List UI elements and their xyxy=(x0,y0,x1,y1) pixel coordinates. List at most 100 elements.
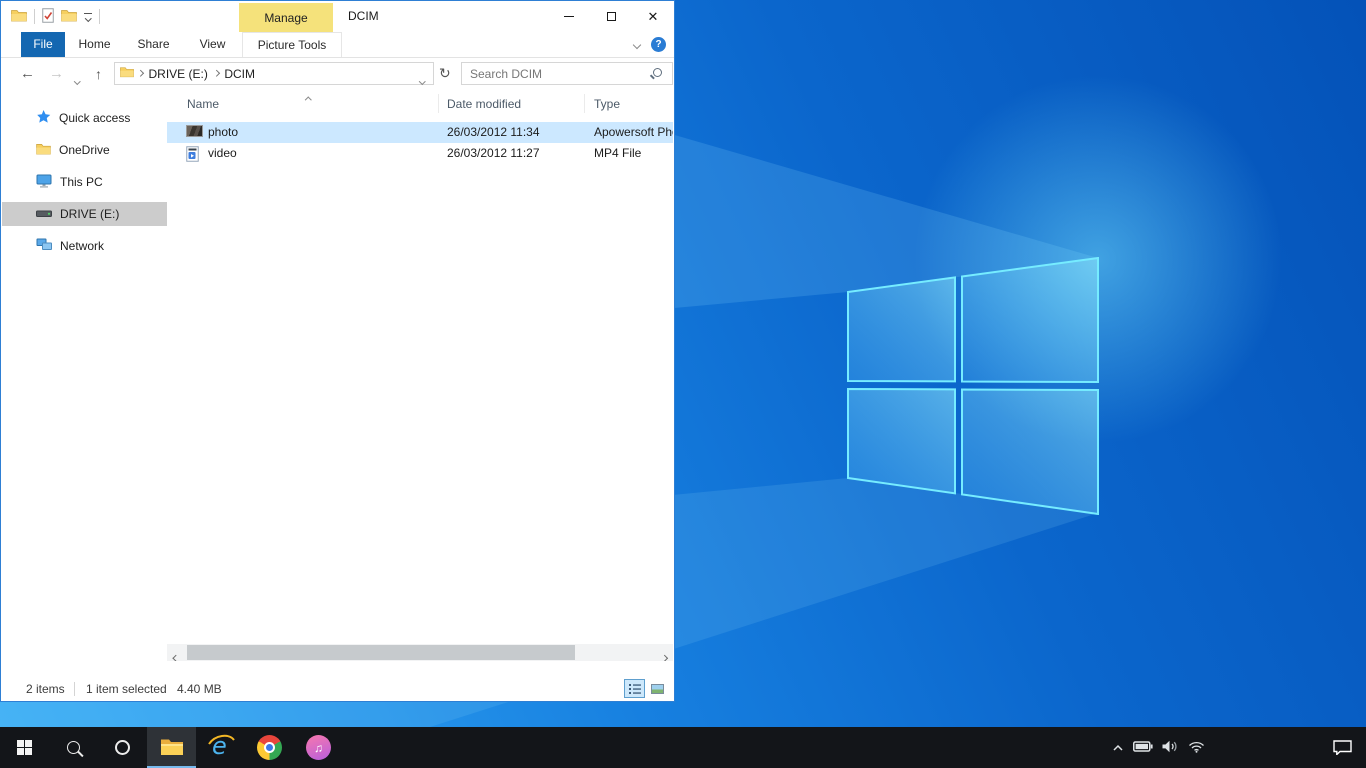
sidebar-item-quick-access[interactable]: Quick access xyxy=(2,106,167,130)
column-divider[interactable] xyxy=(584,94,585,113)
column-header-date-modified[interactable]: Date modified xyxy=(447,97,521,111)
window-controls: ✕ xyxy=(548,1,674,32)
windows-logo-wallpaper xyxy=(847,257,1099,515)
status-divider xyxy=(74,682,75,696)
system-tray xyxy=(1112,727,1205,768)
tray-chevron-up-icon[interactable] xyxy=(1112,741,1124,755)
sidebar-item-label: Network xyxy=(60,239,104,253)
navigation-bar: ← → ↑ DRIVE (E:) DCIM ↻ xyxy=(1,58,674,89)
cortana-icon xyxy=(115,740,130,755)
cortana-button[interactable] xyxy=(98,727,147,768)
scroll-left-icon[interactable] xyxy=(174,649,179,661)
start-button[interactable] xyxy=(0,727,49,768)
tab-file[interactable]: File xyxy=(21,32,65,57)
sidebar-item-drive-e[interactable]: DRIVE (E:) xyxy=(2,202,167,226)
file-explorer-icon xyxy=(160,737,184,759)
close-icon: ✕ xyxy=(648,9,659,25)
thumbnail-view-button[interactable] xyxy=(647,679,668,698)
file-name: photo xyxy=(208,125,238,139)
close-button[interactable]: ✕ xyxy=(632,1,674,32)
search-box[interactable] xyxy=(461,62,673,85)
sidebar-item-this-pc[interactable]: This PC xyxy=(2,170,167,194)
address-folder-icon xyxy=(120,66,134,81)
toolbar-divider xyxy=(99,9,100,24)
details-view-icon xyxy=(629,684,641,694)
scrollbar-thumb[interactable] xyxy=(187,645,575,660)
file-date-modified: 26/03/2012 11:27 xyxy=(447,146,540,160)
taskbar: e ♫ xyxy=(0,727,1366,768)
selection-status: 1 item selected xyxy=(86,682,167,696)
maximize-button[interactable] xyxy=(590,1,632,32)
status-bar: 2 items 1 item selected 4.40 MB xyxy=(2,678,673,700)
customize-quick-access-icon[interactable] xyxy=(84,13,92,21)
search-input[interactable] xyxy=(462,63,672,84)
tab-share[interactable]: Share xyxy=(124,32,183,57)
tab-view[interactable]: View xyxy=(183,32,242,57)
wifi-icon[interactable] xyxy=(1188,740,1205,756)
search-icon xyxy=(67,741,80,754)
sort-ascending-icon xyxy=(306,91,311,105)
onedrive-folder-icon xyxy=(36,143,51,158)
folder-icon[interactable] xyxy=(11,9,27,25)
itunes-button[interactable]: ♫ xyxy=(294,727,343,768)
action-center-button[interactable] xyxy=(1318,727,1366,768)
breadcrumb-drive[interactable]: DRIVE (E:) xyxy=(143,67,214,81)
file-explorer-window: Manage DCIM ✕ File Home Share View Pictu… xyxy=(0,0,675,702)
file-row-photo[interactable]: photo 26/03/2012 11:34 Apowersoft Pho xyxy=(167,122,673,143)
network-computers-icon xyxy=(36,238,52,254)
thumbnail-view-icon xyxy=(651,684,664,694)
recent-locations-icon[interactable] xyxy=(75,72,80,86)
action-center-icon xyxy=(1333,740,1352,755)
view-toggle-buttons xyxy=(624,679,668,698)
sidebar-item-label: OneDrive xyxy=(59,143,110,157)
tab-picture-tools[interactable]: Picture Tools xyxy=(242,32,342,57)
forward-button[interactable]: → xyxy=(49,58,64,89)
internet-explorer-button[interactable]: e xyxy=(196,727,245,768)
window-title: DCIM xyxy=(348,1,379,32)
navigation-pane: Quick access OneDrive This PC DRIVE (E:) xyxy=(2,89,167,661)
help-icon[interactable]: ? xyxy=(651,37,666,52)
sidebar-item-label: DRIVE (E:) xyxy=(60,207,119,221)
items-count: 2 items xyxy=(26,682,65,696)
refresh-icon[interactable]: ↻ xyxy=(439,58,451,89)
address-bar[interactable]: DRIVE (E:) DCIM xyxy=(114,62,434,85)
title-bar: Manage DCIM ✕ xyxy=(1,1,674,32)
up-button[interactable]: ↑ xyxy=(95,58,102,89)
internet-explorer-icon: e xyxy=(207,733,235,762)
file-name: video xyxy=(208,146,237,160)
windows-start-icon xyxy=(17,740,33,756)
chrome-button[interactable] xyxy=(245,727,294,768)
sidebar-item-network[interactable]: Network xyxy=(2,234,167,258)
volume-icon[interactable] xyxy=(1162,740,1179,756)
back-button[interactable]: ← xyxy=(20,58,35,89)
breadcrumb-dcim[interactable]: DCIM xyxy=(218,67,261,81)
search-icon[interactable] xyxy=(653,68,662,77)
minimize-icon xyxy=(564,16,574,17)
column-divider[interactable] xyxy=(438,94,439,113)
column-header-name[interactable]: Name xyxy=(187,97,219,111)
file-row-video[interactable]: video 26/03/2012 11:27 MP4 File xyxy=(167,143,673,164)
tab-home[interactable]: Home xyxy=(65,32,124,57)
taskbar-file-explorer-button[interactable] xyxy=(147,727,196,768)
minimize-button[interactable] xyxy=(548,1,590,32)
battery-icon[interactable] xyxy=(1133,741,1153,755)
this-pc-monitor-icon xyxy=(36,174,52,191)
properties-icon[interactable] xyxy=(42,8,54,26)
expand-ribbon-icon[interactable] xyxy=(633,40,641,48)
sidebar-item-onedrive[interactable]: OneDrive xyxy=(2,138,167,162)
chrome-icon xyxy=(257,735,282,760)
horizontal-scrollbar[interactable] xyxy=(167,644,673,661)
usb-drive-icon xyxy=(36,207,52,221)
column-header-type[interactable]: Type xyxy=(594,97,620,111)
taskbar-search-button[interactable] xyxy=(49,727,98,768)
scroll-right-icon[interactable] xyxy=(662,649,667,661)
address-dropdown-icon[interactable] xyxy=(420,72,425,86)
quick-access-star-icon xyxy=(36,109,51,127)
details-view-button[interactable] xyxy=(624,679,645,698)
file-date-modified: 26/03/2012 11:34 xyxy=(447,125,540,139)
new-folder-icon[interactable] xyxy=(61,9,77,25)
toolbar-divider xyxy=(34,9,35,24)
file-type: Apowersoft Pho xyxy=(594,125,673,139)
maximize-icon xyxy=(607,12,616,21)
contextual-tab-badge[interactable]: Manage xyxy=(239,3,333,32)
